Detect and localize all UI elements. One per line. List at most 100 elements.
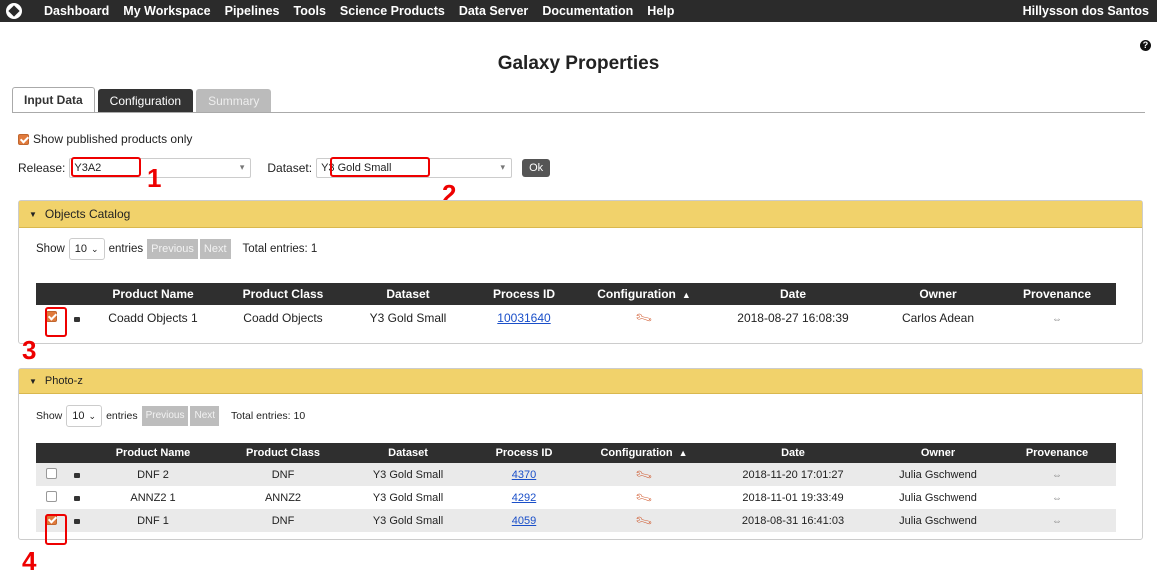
sort-ascending-icon: ▲	[681, 290, 691, 300]
process-id-link[interactable]: 10031640	[497, 311, 550, 325]
provenance-icon[interactable]: ⇔	[1052, 314, 1062, 325]
date-cell: 2018-11-01 19:33:49	[742, 491, 844, 504]
tab-divider	[12, 112, 1145, 113]
nav-tools[interactable]: Tools	[294, 4, 326, 18]
column-header-owner[interactable]: Owner	[878, 443, 998, 463]
photoz-controls: Show 10 ⌄ entries Previous Next Total en…	[36, 405, 305, 427]
nav-science-products[interactable]: Science Products	[340, 4, 445, 18]
previous-button[interactable]: Previous	[141, 406, 189, 426]
entries-label: entries	[108, 243, 144, 255]
owner-cell: Carlos Adean	[901, 311, 975, 325]
tab-input-data[interactable]: Input Data	[12, 87, 95, 113]
previous-button[interactable]: Previous	[147, 239, 198, 259]
app-logo-icon[interactable]	[6, 3, 22, 19]
next-button[interactable]: Next	[199, 239, 231, 259]
table-row[interactable]: Coadd Objects 1 Coadd Objects Y3 Gold Sm…	[36, 305, 1116, 331]
tab-configuration[interactable]: Configuration	[97, 89, 194, 113]
top-nav-bar: Dashboard My Workspace Pipelines Tools S…	[0, 0, 1157, 22]
process-id-link[interactable]: 4292	[512, 492, 536, 504]
table-row[interactable]: DNF 2 DNF Y3 Gold Small 4370 🔧︎ 2018-11-…	[36, 463, 1116, 486]
user-menu[interactable]: Hillysson dos Santos	[1023, 4, 1149, 18]
column-header-select	[36, 443, 66, 463]
collapse-triangle-icon: ▼	[29, 209, 37, 219]
configuration-header-label: Configuration	[600, 447, 673, 459]
table-header-row: Product Name Product Class Dataset Proce…	[36, 443, 1116, 463]
column-header-details	[66, 283, 88, 305]
details-icon[interactable]	[74, 495, 80, 501]
nav-help[interactable]: Help	[647, 4, 674, 18]
product-class-cell: DNF	[218, 509, 348, 532]
date-cell: 2018-08-27 16:08:39	[737, 311, 849, 325]
nav-data-server[interactable]: Data Server	[459, 4, 529, 18]
column-header-date[interactable]: Date	[708, 443, 878, 463]
help-icon[interactable]: ?	[1140, 40, 1151, 51]
product-class-cell: Coadd Objects	[243, 311, 323, 325]
process-id-link[interactable]: 4370	[512, 469, 536, 481]
annotation-marker-1: 1	[147, 163, 162, 193]
published-only-checkbox[interactable]	[18, 133, 29, 145]
table-header-row: Product Name Product Class Dataset Proce…	[36, 283, 1116, 305]
annotation-box-photoz-checkbox	[45, 514, 67, 545]
annotation-box-dataset	[330, 157, 430, 177]
provenance-icon[interactable]: ⇔	[1052, 470, 1062, 481]
column-header-owner[interactable]: Owner	[878, 283, 998, 305]
nav-my-workspace[interactable]: My Workspace	[123, 4, 210, 18]
annotation-marker-3: 3	[22, 335, 37, 365]
column-header-process-id[interactable]: Process ID	[468, 443, 580, 463]
column-header-product-name[interactable]: Product Name	[88, 283, 218, 305]
details-icon[interactable]	[74, 472, 80, 478]
dataset-cell: Y3 Gold Small	[372, 491, 444, 504]
ok-button[interactable]: Ok	[522, 159, 551, 177]
column-header-configuration[interactable]: Configuration ▲	[580, 283, 708, 305]
entries-value: 10	[72, 410, 85, 422]
details-icon[interactable]	[74, 518, 80, 524]
column-header-provenance[interactable]: Provenance	[998, 283, 1116, 305]
photoz-title: Photo-z	[44, 375, 83, 387]
column-header-product-class[interactable]: Product Class	[218, 443, 348, 463]
chevron-down-icon: ⌄	[88, 410, 97, 421]
table-row[interactable]: ANNZ2 1 ANNZ2 Y3 Gold Small 4292 🔧︎ 2018…	[36, 486, 1116, 509]
row-select-checkbox[interactable]	[45, 490, 57, 502]
column-header-process-id[interactable]: Process ID	[468, 283, 580, 305]
wrench-icon[interactable]: 🔧︎	[634, 308, 654, 328]
total-entries: Total entries: 10	[231, 410, 306, 422]
wrench-icon[interactable]: 🔧︎	[634, 465, 654, 485]
chevron-down-icon: ▾	[500, 162, 506, 172]
entries-select[interactable]: 10 ⌄	[66, 405, 103, 427]
collapse-triangle-icon: ▼	[29, 376, 37, 386]
process-id-link[interactable]: 4059	[512, 515, 536, 527]
column-header-dataset[interactable]: Dataset	[348, 283, 468, 305]
column-header-product-name[interactable]: Product Name	[88, 443, 218, 463]
column-header-product-class[interactable]: Product Class	[218, 283, 348, 305]
row-select-checkbox[interactable]	[45, 467, 57, 479]
wrench-icon[interactable]: 🔧︎	[634, 511, 654, 531]
column-header-date[interactable]: Date	[708, 283, 878, 305]
product-class-cell: ANNZ2	[264, 491, 302, 504]
objects-catalog-header[interactable]: ▼ Objects Catalog	[19, 201, 1142, 228]
entries-select[interactable]: 10 ⌄	[68, 238, 105, 260]
column-header-dataset[interactable]: Dataset	[348, 443, 468, 463]
provenance-icon[interactable]: ⇔	[1052, 516, 1062, 527]
date-cell: 2018-11-20 17:01:27	[708, 463, 878, 486]
details-icon[interactable]	[74, 317, 80, 322]
owner-cell: Julia Gschwend	[878, 509, 998, 532]
column-header-details	[66, 443, 88, 463]
photoz-header[interactable]: ▼ Photo-z	[19, 369, 1142, 394]
column-header-provenance[interactable]: Provenance	[998, 443, 1116, 463]
nav-dashboard[interactable]: Dashboard	[44, 4, 109, 18]
next-button[interactable]: Next	[190, 406, 220, 426]
column-header-configuration[interactable]: Configuration ▲	[580, 443, 708, 463]
dataset-cell: Y3 Gold Small	[348, 463, 468, 486]
wrench-icon[interactable]: 🔧︎	[634, 488, 654, 508]
entries-label: entries	[106, 410, 138, 422]
page-title: Galaxy Properties	[497, 53, 660, 74]
tab-summary: Summary	[196, 89, 272, 113]
objects-catalog-table: Product Name Product Class Dataset Proce…	[36, 283, 1116, 331]
annotation-marker-4: 4	[22, 546, 37, 576]
nav-pipelines[interactable]: Pipelines	[225, 4, 280, 18]
nav-documentation[interactable]: Documentation	[542, 4, 633, 18]
product-name-cell: DNF 1	[88, 509, 218, 532]
provenance-icon[interactable]: ⇔	[1052, 493, 1062, 504]
chevron-down-icon: ▾	[239, 162, 245, 172]
table-row[interactable]: DNF 1 DNF Y3 Gold Small 4059 🔧︎ 2018-08-…	[36, 509, 1116, 532]
